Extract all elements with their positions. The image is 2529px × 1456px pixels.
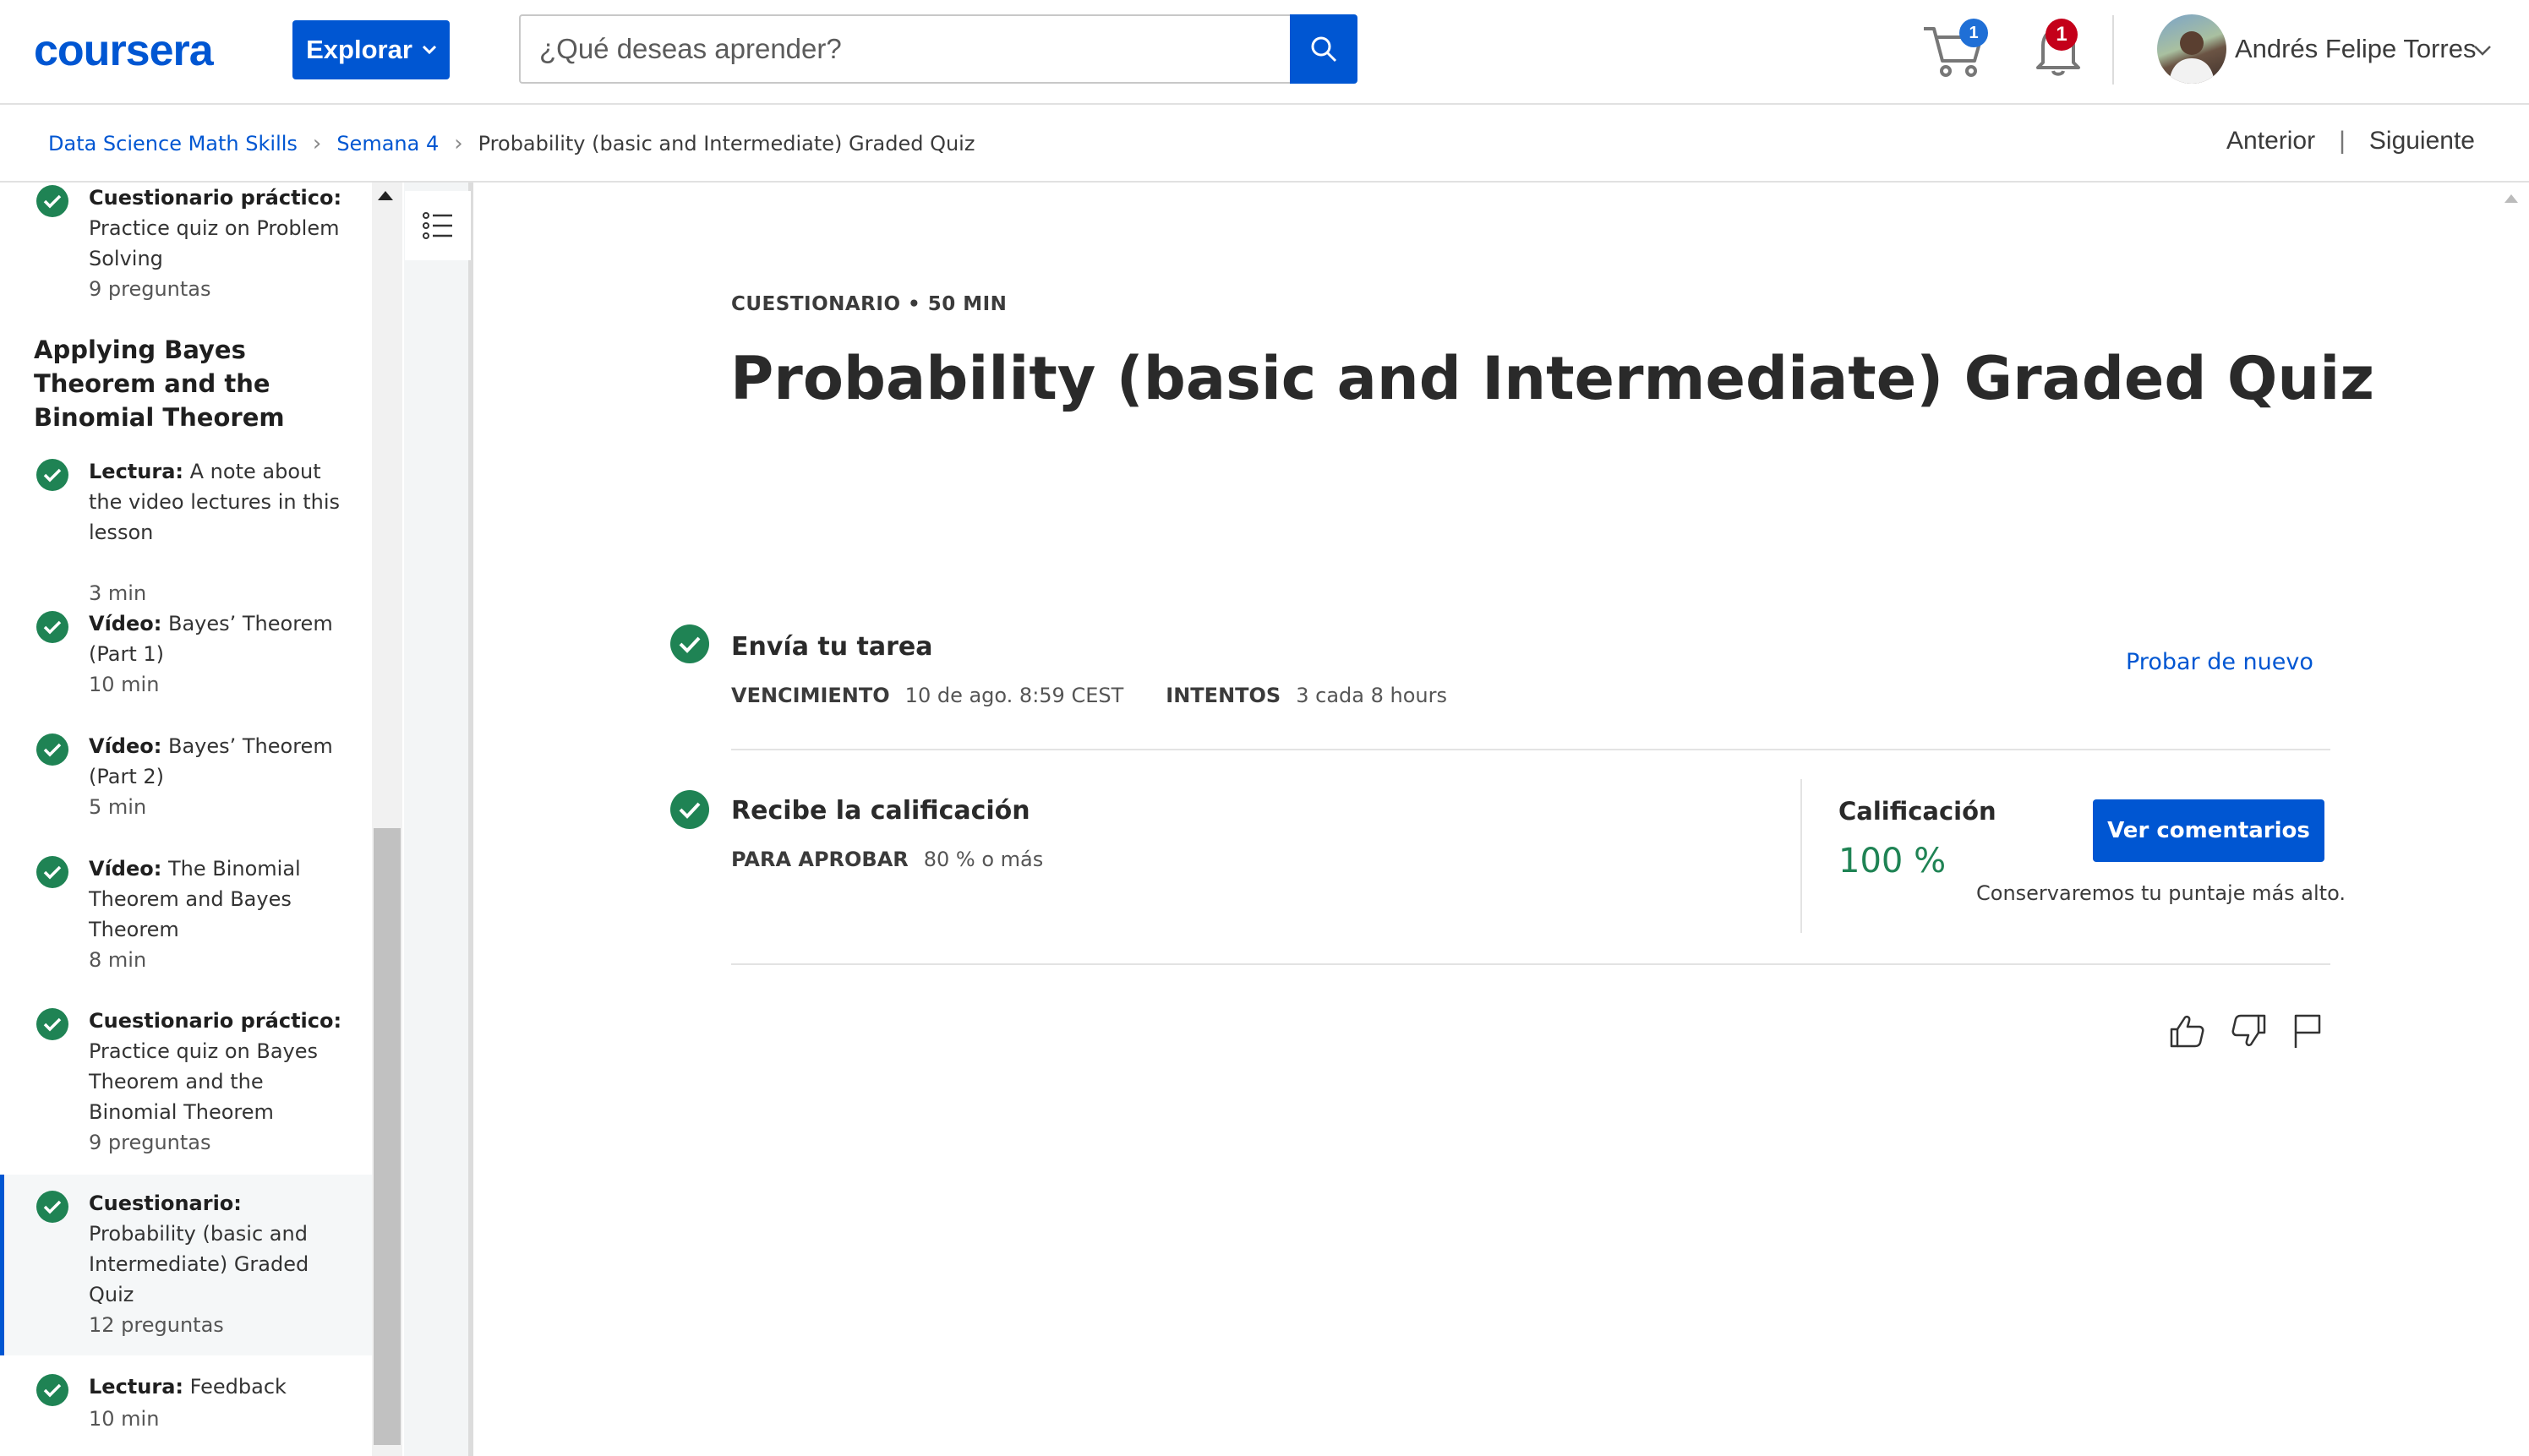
sidebar-item-meta: 8 min xyxy=(89,948,147,972)
page-title: Probability (basic and Intermediate) Gra… xyxy=(730,344,2374,413)
list-icon xyxy=(423,212,452,239)
sidebar-scrollbar-thumb[interactable] xyxy=(374,828,401,1445)
sidebar-item-meta: 9 preguntas xyxy=(89,1131,211,1154)
sidebar-item-title: Feedback xyxy=(189,1375,287,1399)
explore-label: Explorar xyxy=(306,35,412,64)
grade-note: Conservaremos tu puntaje más alto. xyxy=(1976,881,2346,905)
chevron-right-icon: › xyxy=(312,131,322,156)
submit-step-details: VENCIMIENTO 10 de ago. 8:59 CEST INTENTO… xyxy=(731,681,1447,710)
search-placeholder: ¿Qué deseas aprender? xyxy=(539,33,842,64)
grade-divider xyxy=(1800,779,1802,933)
check-circle-icon xyxy=(36,611,68,643)
check-circle-icon xyxy=(36,1191,68,1223)
breadcrumb-week-link[interactable]: Semana 4 xyxy=(336,130,439,157)
flag-icon[interactable] xyxy=(2287,1011,2328,1051)
scroll-up-arrow-icon[interactable] xyxy=(378,191,393,200)
user-name[interactable]: Andrés Felipe Torres xyxy=(2235,32,2476,66)
header-divider xyxy=(2112,15,2114,85)
sidebar-section-title: Applying Bayes Theorem and the Binomial … xyxy=(34,335,285,432)
sidebar-item-label: Lectura: Feedback xyxy=(89,1371,342,1402)
attempts-label: INTENTOS xyxy=(1166,684,1281,707)
view-feedback-button[interactable]: Ver comentarios xyxy=(2093,799,2324,862)
chevron-right-icon: › xyxy=(454,131,463,156)
sidebar-item-title: Practice quiz on Bayes Theorem and the B… xyxy=(89,1039,318,1124)
course-outline-sidebar: Cuestionario práctico: Practice quiz on … xyxy=(0,183,372,1456)
check-circle-icon xyxy=(36,1008,68,1040)
breadcrumb: Data Science Math Skills › Semana 4 › Pr… xyxy=(48,130,975,157)
scroll-up-arrow-icon[interactable] xyxy=(2504,194,2518,203)
due-value: 10 de ago. 8:59 CEST xyxy=(904,684,1124,707)
notification-count-badge: 1 xyxy=(2046,19,2078,51)
sidebar-item-type: Cuestionario: xyxy=(89,1192,242,1215)
next-link[interactable]: Siguiente xyxy=(2369,127,2475,155)
retry-link[interactable]: Probar de nuevo xyxy=(2126,647,2313,678)
pass-label: PARA APROBAR xyxy=(731,848,909,871)
check-circle-icon xyxy=(670,790,709,829)
sidebar-item-label: Vídeo: Bayes’ Theorem (Part 2) xyxy=(89,731,342,792)
divider xyxy=(731,963,2330,965)
sidebar-item-meta: 12 preguntas xyxy=(89,1313,224,1337)
sidebar-item-label: Lectura: A note about the video lectures… xyxy=(89,456,342,548)
sidebar-item-type: Lectura: xyxy=(89,460,183,483)
sidebar-item-meta: 9 preguntas xyxy=(89,277,211,301)
nav-separator: | xyxy=(2339,127,2346,155)
sidebar-item-type: Vídeo: xyxy=(89,612,162,635)
receive-grade-step-title: Recibe la calificación xyxy=(731,796,1030,826)
check-circle-icon xyxy=(36,1374,68,1406)
sidebar-item-label: Vídeo: Bayes’ Theorem (Part 1) xyxy=(89,608,342,669)
sidebar-item-meta: 3 min xyxy=(89,581,147,605)
coursera-logo[interactable]: coursera xyxy=(34,29,214,73)
previous-link[interactable]: Anterior xyxy=(2226,127,2315,155)
pass-value: 80 % o más xyxy=(923,848,1044,871)
sidebar-item-label: Cuestionario práctico: Practice quiz on … xyxy=(89,1006,342,1127)
cart-count-badge: 1 xyxy=(1959,19,1988,47)
sidebar-item-label: Vídeo: The Binomial Theorem and Bayes Th… xyxy=(89,853,342,945)
explore-button[interactable]: Explorar xyxy=(292,20,450,79)
main-scrollbar[interactable] xyxy=(2493,183,2529,1456)
sidebar-item-type: Vídeo: xyxy=(89,734,162,758)
check-circle-icon xyxy=(36,459,68,491)
chevron-down-icon[interactable] xyxy=(2473,41,2492,59)
sidebar-item-type: Cuestionario práctico: xyxy=(89,186,342,210)
sidebar-item-title: Probability (basic and Intermediate) Gra… xyxy=(89,1222,309,1306)
item-type-duration: CUESTIONARIO • 50 MIN xyxy=(731,293,1008,315)
sidebar-item-type: Cuestionario práctico: xyxy=(89,1009,342,1033)
sidebar-item-meta: 10 min xyxy=(89,1407,160,1431)
outline-toggle-rail xyxy=(404,183,473,1456)
check-circle-icon xyxy=(36,185,68,217)
thumbs-down-icon[interactable] xyxy=(2229,1011,2270,1051)
divider xyxy=(731,749,2330,750)
submit-step-title: Envía tu tarea xyxy=(731,632,933,662)
sidebar-item-meta: 10 min xyxy=(89,673,160,696)
user-avatar[interactable] xyxy=(2157,14,2226,84)
sidebar-item-label: Cuestionario práctico: Practice quiz on … xyxy=(89,183,342,274)
sidebar-item-meta: 5 min xyxy=(89,795,147,819)
thumbs-up-icon[interactable] xyxy=(2166,1011,2207,1051)
attempts-value: 3 cada 8 hours xyxy=(1296,684,1447,707)
sidebar-item-type: Vídeo: xyxy=(89,857,162,881)
outline-toggle-button[interactable] xyxy=(405,191,471,260)
breadcrumb-current: Probability (basic and Intermediate) Gra… xyxy=(478,132,975,155)
grade-value: 100 % xyxy=(1838,842,1947,881)
breadcrumb-bar: Data Science Math Skills › Semana 4 › Pr… xyxy=(0,105,2529,183)
chevron-down-icon xyxy=(422,46,436,54)
breadcrumb-course-link[interactable]: Data Science Math Skills xyxy=(48,130,298,157)
search-button[interactable] xyxy=(1290,14,1357,84)
avatar-image xyxy=(2169,31,2215,84)
top-header: coursera Explorar ¿Qué deseas aprender? … xyxy=(0,0,2529,105)
search-icon xyxy=(1311,36,1337,63)
grade-label: Calificación xyxy=(1838,797,1996,826)
sidebar-item-type: Lectura: xyxy=(89,1375,183,1399)
check-circle-icon xyxy=(36,733,68,766)
check-circle-icon xyxy=(36,856,68,888)
sidebar-item-label: Cuestionario: Probability (basic and Int… xyxy=(89,1188,342,1310)
check-circle-icon xyxy=(670,624,709,663)
pass-requirement: PARA APROBAR 80 % o más xyxy=(731,845,1043,874)
due-label: VENCIMIENTO xyxy=(731,684,890,707)
search-input[interactable]: ¿Qué deseas aprender? xyxy=(519,14,1292,84)
sidebar-item-title: Practice quiz on Problem Solving xyxy=(89,216,340,270)
item-navigation: Anterior | Siguiente xyxy=(2226,127,2475,155)
